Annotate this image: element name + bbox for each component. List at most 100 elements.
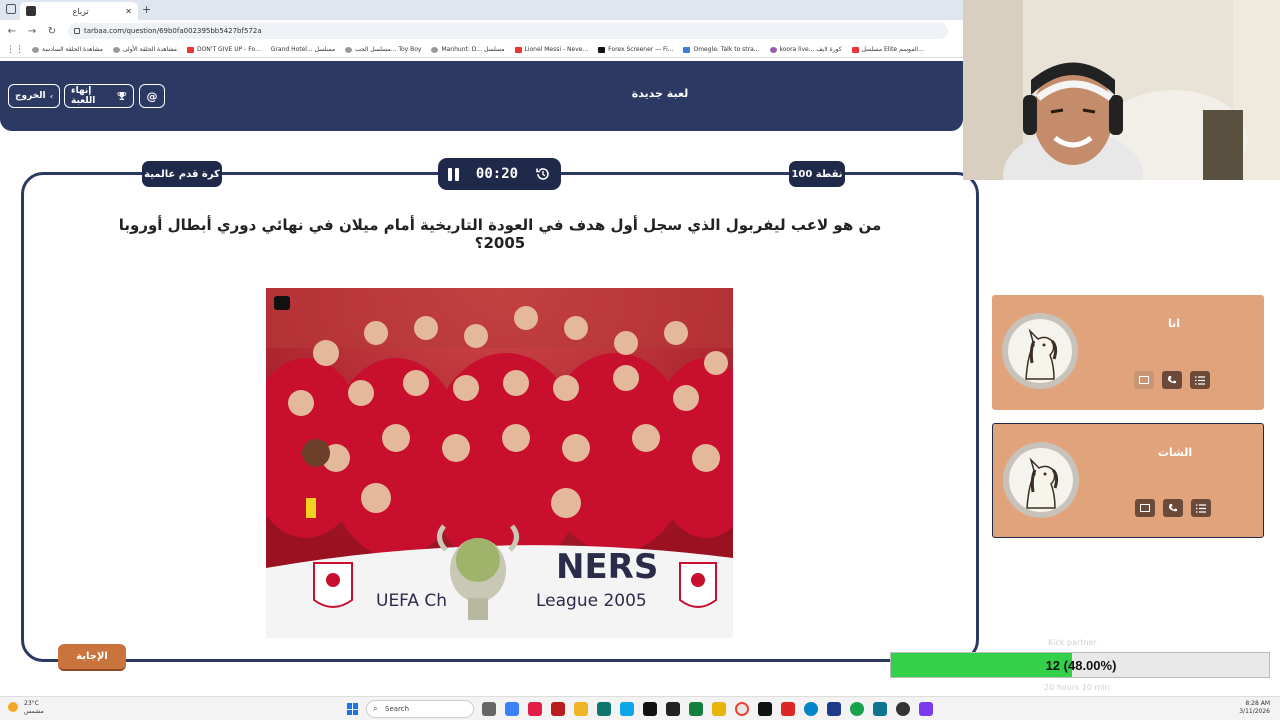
overlay-ghost-top: Kick partner bbox=[1048, 638, 1097, 647]
new-game-title[interactable]: لعبة جديدة bbox=[620, 87, 700, 100]
player-card-chat[interactable]: الشات bbox=[992, 423, 1264, 538]
reset-timer-icon[interactable] bbox=[535, 166, 551, 182]
webcam-overlay bbox=[963, 0, 1280, 180]
back-icon[interactable]: ← bbox=[4, 26, 20, 37]
app-icon[interactable] bbox=[873, 702, 887, 716]
bookmark-icon bbox=[345, 46, 353, 53]
phone-icon[interactable] bbox=[1162, 371, 1182, 389]
app-icon[interactable] bbox=[666, 702, 680, 716]
apple-tv-icon[interactable] bbox=[643, 702, 657, 716]
trophy-icon bbox=[117, 92, 127, 100]
weather-widget[interactable]: 23°C مشمس bbox=[24, 700, 44, 716]
app-icon[interactable] bbox=[896, 702, 910, 716]
edge-icon[interactable] bbox=[804, 702, 818, 716]
new-tab-icon[interactable]: + bbox=[142, 3, 151, 16]
spotify-icon[interactable] bbox=[850, 702, 864, 716]
app-icon[interactable] bbox=[827, 702, 841, 716]
youtube-icon bbox=[514, 46, 522, 53]
banner-winners: NERS bbox=[556, 547, 658, 587]
overlay-ghost-bottom: 20 hours 10 min bbox=[1044, 683, 1110, 692]
app-icon[interactable] bbox=[919, 702, 933, 716]
exit-button[interactable]: الخروج bbox=[8, 84, 60, 108]
bookmark-item[interactable]: مشاهدة الحلقة السادسة bbox=[32, 46, 103, 53]
app-icon[interactable] bbox=[758, 702, 772, 716]
taskbar-search[interactable]: ⌕ Search bbox=[366, 700, 474, 718]
netflix-icon[interactable] bbox=[551, 702, 565, 716]
player-actions bbox=[1135, 499, 1211, 517]
file-explorer-icon[interactable] bbox=[574, 702, 588, 716]
app-icon[interactable] bbox=[712, 702, 726, 716]
url-text: tarbaa.com/question/69b0fa002395bb5427bf… bbox=[84, 27, 262, 35]
list-icon[interactable] bbox=[1190, 371, 1210, 389]
bookmark-item[interactable]: Grand Hotel... مسلسل bbox=[271, 46, 335, 53]
answer-button[interactable]: الإجابة bbox=[58, 644, 126, 671]
category-badge: كرة قدم عالمية bbox=[142, 161, 222, 187]
banner-league: League 2005 bbox=[536, 591, 647, 611]
app-icon[interactable] bbox=[597, 702, 611, 716]
bookmark-item[interactable]: koora live... كورة لايف bbox=[769, 46, 842, 53]
browser-toolbar: ← → ↻ tarbaa.com/question/69b0fa002395bb… bbox=[0, 20, 963, 42]
goal-progress-bar: 12 (48.00%) bbox=[890, 652, 1270, 678]
forward-icon[interactable]: → bbox=[24, 26, 40, 37]
address-bar[interactable]: tarbaa.com/question/69b0fa002395bb5427bf… bbox=[68, 23, 948, 39]
settings-button[interactable]: @ bbox=[139, 84, 165, 108]
swap-icon[interactable] bbox=[1135, 499, 1155, 517]
photos-icon[interactable] bbox=[620, 702, 634, 716]
player-avatar bbox=[1003, 442, 1079, 518]
bookmark-item[interactable]: مسلسل الحب... Toy Boy bbox=[345, 46, 421, 53]
list-icon[interactable] bbox=[1191, 499, 1211, 517]
start-icon[interactable] bbox=[347, 703, 359, 715]
task-view-icon[interactable] bbox=[482, 702, 496, 716]
weather-icon[interactable] bbox=[8, 702, 18, 712]
exit-icon bbox=[49, 94, 53, 98]
youtube-icon bbox=[186, 46, 194, 53]
player-card-me[interactable]: انا bbox=[992, 295, 1264, 410]
phone-icon[interactable] bbox=[1163, 499, 1183, 517]
site-info-icon[interactable] bbox=[74, 28, 80, 34]
taskbar: 23°C مشمس ⌕ Search 8:28 AM 3/11/2026 bbox=[0, 696, 1280, 720]
bookmark-item[interactable]: DON'T GIVE UP - Fo... bbox=[186, 46, 261, 53]
bookmark-item[interactable]: مسلسل Elite الموسم... bbox=[851, 46, 924, 53]
end-game-button[interactable]: إنهاء اللعبة bbox=[64, 84, 134, 108]
bookmark-icon bbox=[683, 46, 691, 53]
tab-actions-icon[interactable] bbox=[6, 4, 16, 14]
bookmark-icon bbox=[431, 46, 439, 53]
bookmark-item[interactable]: Manhunt: D... مسلسل bbox=[431, 46, 505, 53]
points-badge: 100 نقطة bbox=[789, 161, 845, 187]
webcam-image bbox=[963, 0, 1280, 180]
tab-close-icon[interactable]: ✕ bbox=[125, 7, 132, 16]
horse-avatar-icon bbox=[1025, 328, 1058, 380]
screen: ترباع ✕ + ← → ↻ tarbaa.com/question/69b0… bbox=[0, 0, 1280, 720]
at-icon: @ bbox=[146, 89, 158, 103]
favicon-icon bbox=[26, 6, 36, 16]
bookmark-item[interactable]: Omegle: Talk to stra... bbox=[683, 46, 760, 53]
bookmark-item[interactable]: Lionel Messi - Neve... bbox=[514, 46, 588, 53]
swap-icon[interactable] bbox=[1134, 371, 1154, 389]
bookmark-icon bbox=[851, 46, 859, 53]
app-icon[interactable] bbox=[781, 702, 795, 716]
timer-value: 00:20 bbox=[475, 166, 519, 182]
bookmark-item[interactable]: Forex Screener — Fi... bbox=[598, 46, 673, 53]
banner-uefa: UEFA Ch bbox=[376, 591, 447, 611]
bookmark-item[interactable]: مشاهدة الحلقة الأولى bbox=[112, 46, 177, 53]
tradingview-icon bbox=[598, 46, 606, 53]
player-name: انا bbox=[1167, 317, 1181, 330]
browser-tab[interactable]: ترباع ✕ bbox=[20, 2, 138, 20]
timer: 00:20 bbox=[438, 158, 561, 190]
chrome-icon[interactable] bbox=[735, 702, 749, 716]
player-avatar bbox=[1002, 313, 1078, 389]
xbox-icon[interactable] bbox=[689, 702, 703, 716]
reload-icon[interactable]: ↻ bbox=[44, 26, 60, 37]
app-header: الخروج إنهاء اللعبة @ لعبة جديدة bbox=[0, 61, 963, 131]
app-icon[interactable] bbox=[528, 702, 542, 716]
liverpool-crest-left bbox=[313, 562, 353, 608]
copilot-icon[interactable] bbox=[505, 702, 519, 716]
goal-progress-text: 12 (48.00%) bbox=[1045, 658, 1117, 673]
browser-tabstrip: ترباع ✕ + bbox=[0, 0, 963, 20]
pause-icon[interactable] bbox=[448, 167, 459, 181]
system-clock[interactable]: 8:28 AM 3/11/2026 bbox=[1239, 700, 1270, 716]
bookmark-icon bbox=[112, 46, 120, 53]
horse-avatar-icon bbox=[1026, 457, 1059, 509]
apps-grid-icon[interactable]: ⋮⋮ bbox=[6, 45, 24, 55]
question-text: من هو لاعب ليفربول الذي سجل أول هدف في ا… bbox=[118, 216, 882, 252]
